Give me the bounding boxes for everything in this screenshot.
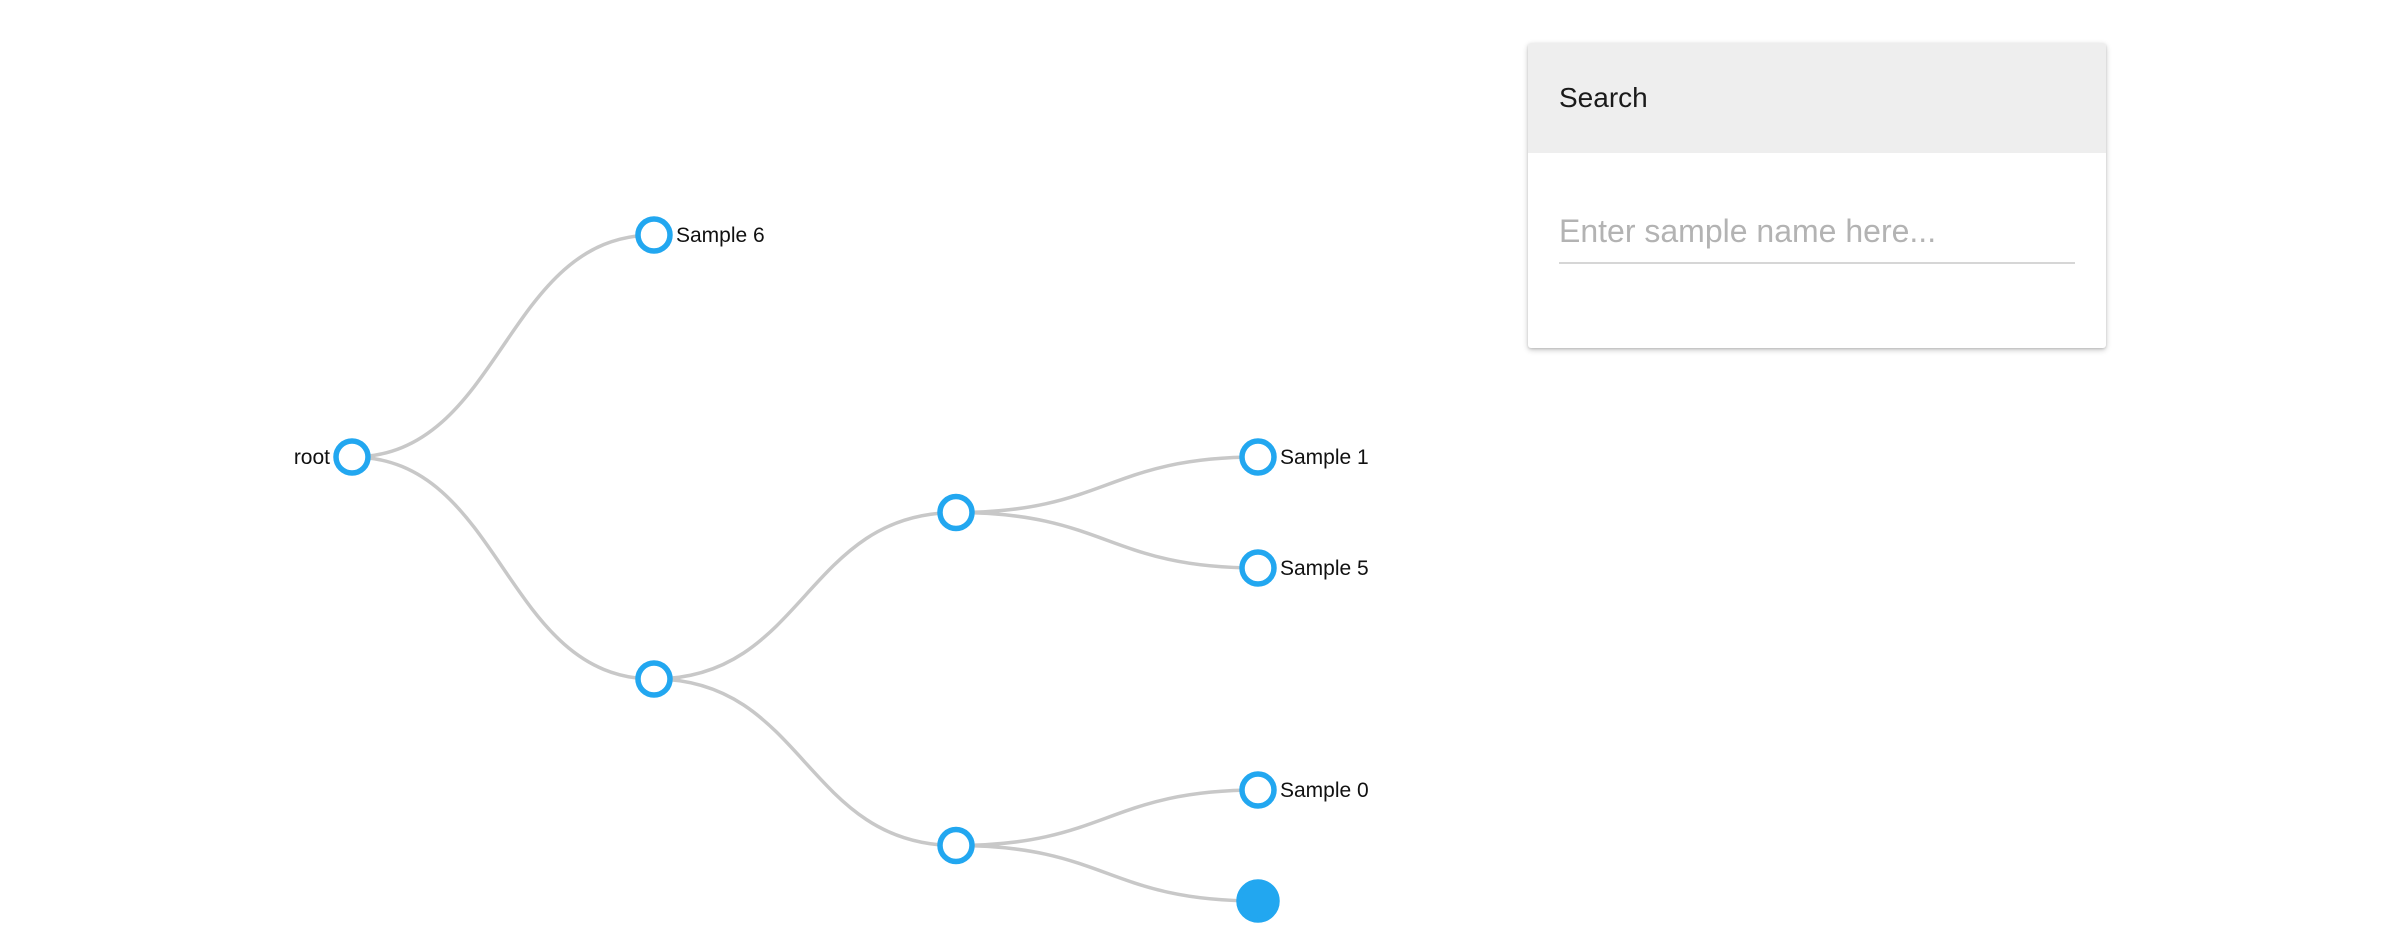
node-circle[interactable] (635, 660, 673, 698)
tree-node[interactable]: root (294, 438, 371, 476)
tree-link (653, 677, 957, 848)
tree-link (955, 455, 1259, 515)
node-circle[interactable] (1239, 771, 1277, 809)
search-header: Search (1528, 43, 2106, 153)
node-circle[interactable] (333, 438, 371, 476)
tree-link (653, 510, 957, 681)
search-input[interactable] (1559, 207, 2075, 264)
tree-link (351, 233, 655, 459)
tree-node[interactable]: Sample 1 (1239, 438, 1369, 476)
search-title: Search (1559, 82, 1648, 113)
node-label: Sample 0 (1280, 779, 1369, 802)
tree-link (955, 843, 1259, 903)
node-circle[interactable] (635, 216, 673, 254)
page: root Sample 6 Sample 1 Sample 5 Sample 0 Sea… (0, 0, 2400, 950)
tree-node[interactable] (635, 660, 673, 698)
tree-node[interactable] (1236, 879, 1280, 923)
tree-link (955, 788, 1259, 848)
search-body (1528, 153, 2106, 264)
tree-diagram: root Sample 6 Sample 1 Sample 5 Sample 0 (294, 216, 1369, 923)
tree-link (351, 455, 655, 681)
node-circle[interactable] (1239, 549, 1277, 587)
node-label: Sample 6 (676, 224, 765, 247)
tree-node[interactable]: Sample 5 (1239, 549, 1369, 587)
search-card: Search (1528, 43, 2106, 348)
tree-links (351, 233, 1259, 903)
tree-node[interactable]: Sample 0 (1239, 771, 1369, 809)
tree-node[interactable] (937, 826, 975, 865)
tree-node[interactable]: Sample 6 (635, 216, 765, 254)
node-label: Sample 1 (1280, 446, 1369, 469)
tree-node[interactable] (937, 493, 975, 532)
node-circle[interactable] (937, 493, 975, 532)
node-circle[interactable] (1239, 438, 1277, 476)
node-label: root (294, 446, 330, 469)
tree-link (955, 510, 1259, 570)
node-circle[interactable] (937, 826, 975, 865)
node-circle-filled[interactable] (1236, 879, 1280, 923)
node-label: Sample 5 (1280, 557, 1369, 580)
